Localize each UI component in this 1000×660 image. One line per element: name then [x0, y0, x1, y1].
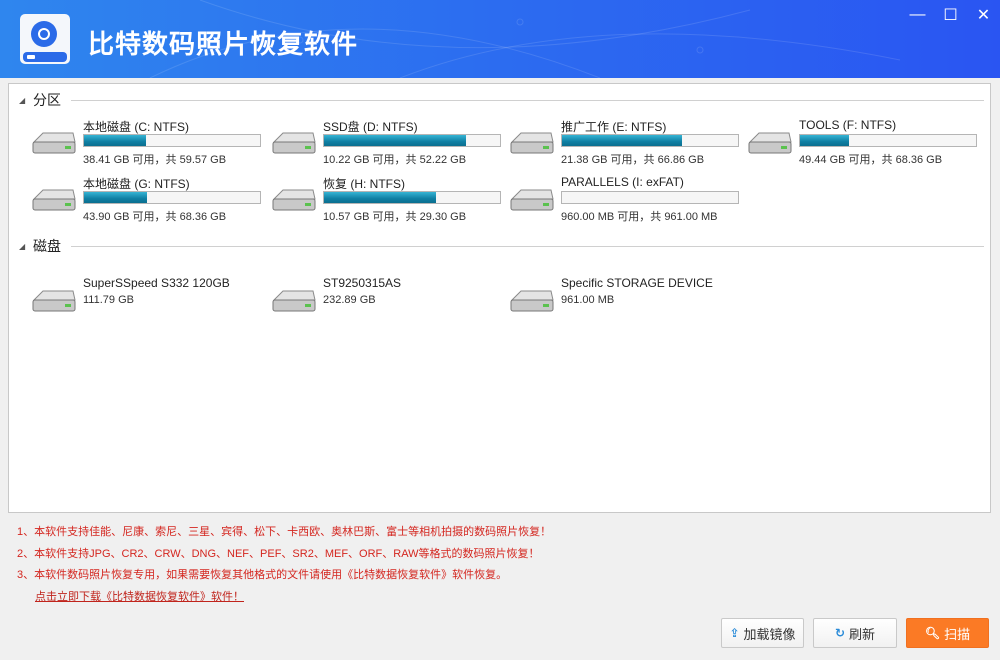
partition-space: 38.41 GB 可用，共 59.57 GB	[83, 151, 226, 167]
disk-name: ST9250315AS	[323, 276, 401, 290]
usage-bar	[83, 191, 261, 204]
usage-bar-fill	[800, 135, 849, 146]
disk-group-header[interactable]: ◢ 磁盘	[19, 236, 984, 256]
collapse-triangle-icon[interactable]: ◢	[19, 96, 33, 105]
partition-item[interactable]: PARALLELS (I: exFAT) 960.00 MB 可用，共 961.0…	[509, 175, 747, 225]
divider	[71, 246, 984, 247]
hard-drive-icon	[271, 130, 317, 156]
refresh-button[interactable]: ↻ 刷新	[813, 618, 897, 648]
tip-3: 3、本软件数码照片恢复专用，如果需要恢复其他格式的文件请使用《比特数据恢复软件》…	[17, 565, 551, 587]
usage-bar	[323, 191, 501, 204]
partition-name: 本地磁盘 (G: NTFS)	[83, 175, 190, 192]
hard-drive-icon	[509, 187, 555, 213]
partition-name: 推广工作 (E: NTFS)	[561, 118, 666, 135]
usage-bar	[561, 134, 739, 147]
tip-1: 1、本软件支持佳能、尼康、索尼、三星、宾得、松下、卡西欧、奥林巴斯、富士等相机拍…	[17, 522, 551, 544]
hard-drive-icon	[747, 130, 793, 156]
search-icon: 🔍︎	[925, 626, 940, 640]
disk-item[interactable]: Specific STORAGE DEVICE 961.00 MB	[509, 276, 747, 326]
hard-drive-icon	[31, 130, 77, 156]
hard-drive-icon	[271, 187, 317, 213]
hard-drive-icon	[271, 288, 317, 314]
partition-name: TOOLS (F: NTFS)	[799, 118, 896, 132]
title-bar: 比特数码照片恢复软件 — ☐ ✕	[0, 0, 1000, 78]
disk-item[interactable]: SuperSSpeed S332 120GB 111.79 GB	[31, 276, 269, 326]
tip-2: 2、本软件支持JPG、CR2、CRW、DNG、NEF、PEF、SR2、MEF、O…	[17, 544, 551, 566]
download-link[interactable]: 点击立即下载《比特数据恢复软件》软件！	[35, 587, 551, 609]
partition-name: 本地磁盘 (C: NTFS)	[83, 118, 189, 135]
disk-item[interactable]: ST9250315AS 232.89 GB	[271, 276, 509, 326]
partition-space: 10.22 GB 可用，共 52.22 GB	[323, 151, 466, 167]
partition-item[interactable]: 推广工作 (E: NTFS) 21.38 GB 可用，共 66.86 GB	[509, 118, 747, 168]
disk-group-label: 磁盘	[33, 236, 61, 256]
app-logo-icon	[20, 14, 70, 64]
partition-item[interactable]: 本地磁盘 (C: NTFS) 38.41 GB 可用，共 59.57 GB	[31, 118, 269, 168]
usage-bar-fill	[324, 192, 436, 203]
disk-name: SuperSSpeed S332 120GB	[83, 276, 230, 290]
partition-name: SSD盘 (D: NTFS)	[323, 118, 418, 135]
usage-bar	[83, 134, 261, 147]
partition-group-header[interactable]: ◢ 分区	[19, 90, 984, 110]
load-image-button[interactable]: ⇪ 加载镜像	[721, 618, 804, 648]
divider	[71, 100, 984, 101]
partition-item[interactable]: SSD盘 (D: NTFS) 10.22 GB 可用，共 52.22 GB	[271, 118, 509, 168]
hard-drive-icon	[31, 187, 77, 213]
maximize-button[interactable]: ☐	[934, 0, 967, 30]
partition-space: 21.38 GB 可用，共 66.86 GB	[561, 151, 704, 167]
hard-drive-icon	[509, 288, 555, 314]
collapse-triangle-icon[interactable]: ◢	[19, 242, 33, 251]
usage-bar-fill	[84, 135, 146, 146]
app-title: 比特数码照片恢复软件	[88, 24, 358, 61]
refresh-icon: ↻	[835, 626, 845, 640]
partition-item[interactable]: 恢复 (H: NTFS) 10.57 GB 可用，共 29.30 GB	[271, 175, 509, 225]
partition-space: 49.44 GB 可用，共 68.36 GB	[799, 151, 942, 167]
partition-group-label: 分区	[33, 90, 61, 110]
disk-size: 232.89 GB	[323, 294, 376, 306]
partition-space: 10.57 GB 可用，共 29.30 GB	[323, 208, 466, 224]
partition-item[interactable]: 本地磁盘 (G: NTFS) 43.90 GB 可用，共 68.36 GB	[31, 175, 269, 225]
close-button[interactable]: ✕	[967, 0, 1000, 30]
refresh-label: 刷新	[849, 624, 875, 643]
scan-label: 扫描	[944, 624, 970, 643]
partition-item[interactable]: TOOLS (F: NTFS) 49.44 GB 可用，共 68.36 GB	[747, 118, 985, 168]
partition-name: PARALLELS (I: exFAT)	[561, 175, 684, 189]
usage-bar	[323, 134, 501, 147]
usage-bar	[561, 191, 739, 204]
disk-size: 961.00 MB	[561, 294, 614, 306]
disk-name: Specific STORAGE DEVICE	[561, 276, 713, 290]
usage-bar-fill	[324, 135, 466, 146]
partition-space: 43.90 GB 可用，共 68.36 GB	[83, 208, 226, 224]
usage-bar-fill	[84, 192, 147, 203]
device-panel: ◢ 分区 本地磁盘 (C: NTFS) 38.41 GB 可用，共 59.57 G…	[8, 83, 991, 513]
hard-drive-icon	[31, 288, 77, 314]
tips-section: 1、本软件支持佳能、尼康、索尼、三星、宾得、松下、卡西欧、奥林巴斯、富士等相机拍…	[17, 522, 551, 608]
upload-icon: ⇪	[729, 626, 739, 640]
disk-size: 111.79 GB	[83, 294, 134, 306]
minimize-button[interactable]: —	[901, 0, 934, 30]
partition-space: 960.00 MB 可用，共 961.00 MB	[561, 208, 718, 224]
partition-name: 恢复 (H: NTFS)	[323, 175, 405, 192]
usage-bar	[799, 134, 977, 147]
scan-button[interactable]: 🔍︎ 扫描	[906, 618, 989, 648]
load-image-label: 加载镜像	[744, 624, 796, 643]
hard-drive-icon	[509, 130, 555, 156]
usage-bar-fill	[562, 135, 682, 146]
